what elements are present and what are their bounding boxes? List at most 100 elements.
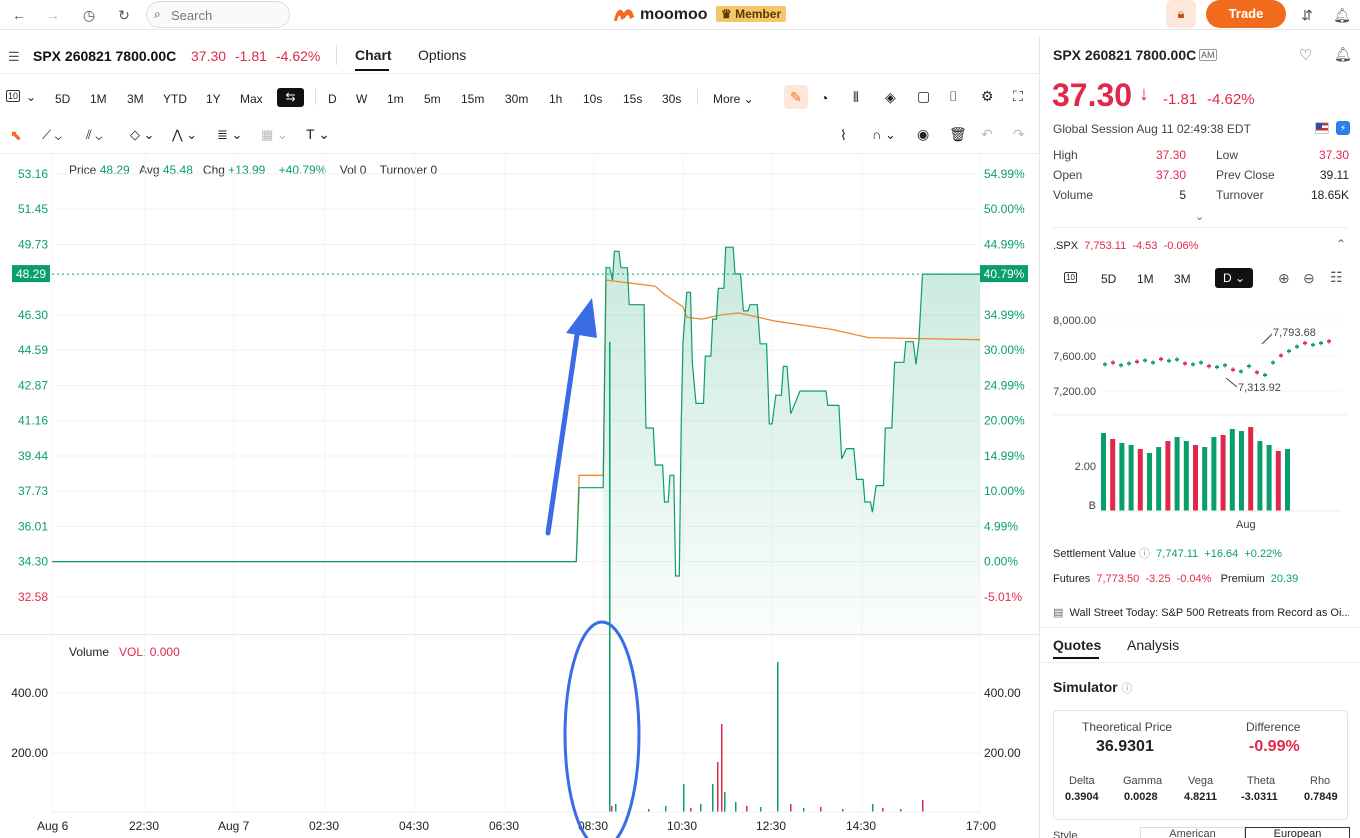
more-menu[interactable]: More ⌄	[713, 92, 754, 106]
tab-options[interactable]: Options	[418, 47, 466, 63]
alert-bell-icon[interactable]: 🔔︎	[1334, 46, 1352, 63]
interval-30s[interactable]: 30s	[662, 92, 681, 106]
layout-icon[interactable]: ▢	[917, 88, 930, 105]
mini-candle	[1127, 362, 1131, 365]
draw-pen-icon[interactable]: ✎	[784, 85, 808, 109]
period-select[interactable]: 10	[6, 90, 21, 102]
volume-bar	[922, 800, 924, 812]
pattern-tool-icon[interactable]: ⋀ ⌄	[172, 127, 197, 143]
range-1y[interactable]: 1Y	[206, 92, 221, 106]
tab-chart[interactable]: Chart	[355, 47, 392, 63]
mini-low-pointer	[1225, 377, 1238, 388]
mini-tab-d[interactable]: D ⌄	[1215, 268, 1253, 288]
member-badge[interactable]: ♛ Member	[716, 6, 787, 22]
measure-tool-icon[interactable]: ▦ ⌄	[261, 127, 288, 143]
gauge-icon[interactable]: ◔	[820, 90, 828, 106]
transfer-icon[interactable]: ⇵	[1298, 6, 1316, 24]
range-3m[interactable]: 3M	[127, 92, 144, 106]
bell-icon[interactable]: 🔔︎	[1333, 6, 1351, 24]
mini-tab-5d[interactable]: 5D	[1101, 272, 1116, 286]
interval-10s[interactable]: 10s	[583, 92, 602, 106]
underlying-row[interactable]: .SPX 7,753.11 -4.53 -0.06%	[1053, 240, 1198, 252]
cursor-icon[interactable]: ⬉	[10, 127, 22, 144]
news-row[interactable]: ▤ Wall Street Today: S&P 500 Retreats fr…	[1053, 606, 1349, 619]
brush-icon[interactable]: ⌇	[840, 127, 847, 144]
tab-analysis[interactable]: Analysis	[1127, 637, 1179, 653]
interval-w[interactable]: W	[356, 92, 367, 106]
price-chart[interactable]: 53.16 54.99% 51.45 50.00% 49.73 44.99% 46.30 34…	[0, 150, 1040, 838]
price-tick-left: 53.16	[18, 167, 48, 181]
chevron-down-icon[interactable]: ⌄	[26, 90, 36, 104]
magnet-icon[interactable]: ∩ ⌄	[872, 127, 896, 143]
mini-volume-bar	[1174, 437, 1180, 511]
back-arrow-icon[interactable]: ←	[10, 6, 28, 24]
fullscreen-icon[interactable]: ⛶	[1013, 88, 1023, 105]
mini-period-select[interactable]: 10	[1064, 272, 1077, 283]
mini-y-label: 8,000.00	[1053, 315, 1096, 327]
vega-label: Vega	[1188, 775, 1214, 787]
shape-tool-icon[interactable]: ◇ ⌄	[130, 127, 155, 143]
trash-icon[interactable]: 🗑︎	[949, 126, 967, 143]
list-icon[interactable]: ☷	[1330, 269, 1343, 286]
american-button[interactable]: American	[1140, 827, 1245, 838]
mini-tab-1m[interactable]: 1M	[1137, 272, 1154, 286]
zoom-out-icon[interactable]: ⊖	[1303, 270, 1315, 287]
range-1m[interactable]: 1M	[90, 92, 107, 106]
eye-icon[interactable]: ◉	[917, 126, 929, 143]
mini-tab-3m[interactable]: 3M	[1174, 272, 1191, 286]
price-tick-left: 34.30	[18, 555, 48, 569]
interval-d[interactable]: D	[328, 92, 337, 106]
mini-candle	[1311, 343, 1315, 346]
interval-30m[interactable]: 30m	[505, 92, 528, 106]
collapse-chevron-icon[interactable]: ⌃	[1336, 237, 1346, 251]
range-5d[interactable]: 5D	[55, 92, 70, 106]
undo-icon[interactable]: ↶	[981, 126, 993, 143]
pct-tick-right: 14.99%	[984, 449, 1025, 463]
lightning-icon[interactable]: ⚡︎	[1336, 121, 1350, 135]
mini-volume-bar	[1220, 435, 1226, 511]
time-label: Aug 7	[218, 819, 250, 833]
european-button[interactable]: European	[1245, 827, 1350, 838]
mini-volume-bar	[1211, 437, 1217, 511]
expand-chevron-icon[interactable]: ⌄	[1195, 210, 1204, 223]
refresh-icon[interactable]: ↻	[115, 6, 133, 24]
interval-5m[interactable]: 5m	[424, 92, 441, 106]
lock-button[interactable]: 🔒︎	[1166, 0, 1196, 28]
layers-icon[interactable]: ◈	[885, 89, 896, 106]
interval-15s[interactable]: 15s	[623, 92, 642, 106]
last-price-text-left: 48.29	[16, 267, 46, 281]
fib-tool-icon[interactable]: ≣ ⌄	[217, 127, 242, 143]
tab-quotes[interactable]: Quotes	[1053, 637, 1101, 653]
last-pct-text-right: 40.79%	[984, 267, 1025, 281]
search-input[interactable]: ⌕ Search	[146, 1, 290, 28]
candlestick-icon[interactable]: ⫴	[853, 89, 859, 106]
zoom-in-icon[interactable]: ⊕	[1278, 270, 1290, 287]
mini-volume-bar	[1156, 447, 1162, 511]
underlying-mini-chart[interactable]: 8,000.00 7,600.00 7,200.00 7,793.68 7,313.92…	[1041, 300, 1360, 540]
redo-icon[interactable]: ↷	[1013, 126, 1025, 143]
calendar-range-icon[interactable]: ⇆	[277, 88, 304, 107]
forward-arrow-icon[interactable]: →	[44, 6, 62, 24]
time-label: 06:30	[489, 819, 519, 833]
range-max[interactable]: Max	[240, 92, 263, 106]
price-tick-left: 44.59	[18, 343, 48, 357]
moomoo-logo[interactable]: moomoo	[612, 5, 708, 24]
interval-1h[interactable]: 1h	[549, 92, 562, 106]
mini-candle	[1167, 359, 1171, 362]
mini-candle	[1247, 365, 1251, 368]
heart-icon[interactable]: ♡	[1299, 46, 1312, 64]
camera-icon[interactable]: ⌷	[949, 88, 957, 105]
text-tool-icon[interactable]: T ⌄	[306, 126, 330, 143]
trade-button[interactable]: Trade	[1206, 0, 1286, 28]
settings-gear-icon[interactable]: ⚙	[981, 88, 994, 105]
channel-tool-icon[interactable]: ⫽ ⌄	[86, 127, 102, 143]
history-icon[interactable]: ◷	[80, 6, 98, 24]
interval-15m[interactable]: 15m	[461, 92, 484, 106]
line-tool-icon[interactable]: ⟋ ⌄	[42, 127, 62, 143]
watchlist-menu-icon[interactable]: ☰	[8, 49, 20, 65]
interval-1m[interactable]: 1m	[387, 92, 404, 106]
pct-tick-right: 0.00%	[984, 555, 1018, 569]
mini-candle	[1175, 358, 1179, 361]
mini-volume-bar	[1165, 441, 1171, 511]
range-ytd[interactable]: YTD	[163, 92, 187, 106]
